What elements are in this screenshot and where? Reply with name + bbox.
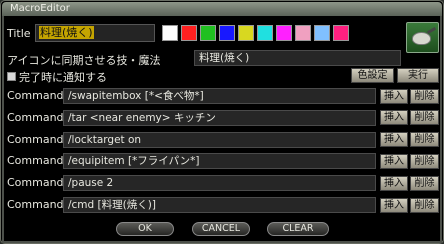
cancel-button[interactable]: CANCEL bbox=[192, 222, 250, 236]
command-input[interactable]: /cmd [料理(焼く)] bbox=[63, 197, 376, 213]
color-swatch[interactable] bbox=[219, 25, 235, 41]
color-swatch[interactable] bbox=[257, 25, 273, 41]
color-settings-button[interactable]: 色設定 bbox=[351, 68, 394, 83]
insert-button[interactable]: 挿入 bbox=[380, 175, 408, 191]
color-swatch[interactable] bbox=[333, 25, 349, 41]
delete-button[interactable]: 削除 bbox=[410, 197, 439, 213]
command-input[interactable]: /swapitembox [*<食べ物*] bbox=[63, 88, 376, 104]
delete-button[interactable]: 削除 bbox=[410, 132, 439, 148]
command-input[interactable]: /pause 2 bbox=[63, 175, 376, 192]
color-swatch[interactable] bbox=[181, 25, 197, 41]
notify-label: 完了時に通知する bbox=[19, 71, 107, 84]
command-input[interactable]: /tar <near enemy> キッチン bbox=[63, 109, 376, 126]
delete-button[interactable]: 削除 bbox=[410, 175, 439, 191]
color-swatch[interactable] bbox=[295, 25, 311, 41]
command-label: Command3 bbox=[7, 132, 71, 146]
title-value: 料理(焼く) bbox=[39, 26, 94, 39]
notify-checkbox[interactable] bbox=[7, 72, 16, 81]
sync-label: アイコンに同期させる技・魔法 bbox=[7, 54, 161, 67]
command-label: Command2 bbox=[7, 110, 71, 124]
command-label: Command4 bbox=[7, 154, 71, 168]
command-input[interactable]: /equipitem [*フライパン*] bbox=[63, 153, 376, 170]
command-input[interactable]: /locktarget on bbox=[63, 131, 376, 148]
color-swatch[interactable] bbox=[238, 25, 254, 41]
color-swatch[interactable] bbox=[162, 25, 178, 41]
command-label: Command5 bbox=[7, 176, 71, 190]
ok-button[interactable]: OK bbox=[116, 222, 174, 236]
color-swatch[interactable] bbox=[200, 25, 216, 41]
insert-button[interactable]: 挿入 bbox=[380, 153, 408, 169]
insert-button[interactable]: 挿入 bbox=[380, 197, 408, 213]
clear-button[interactable]: CLEAR bbox=[267, 222, 329, 236]
command-label: Command1 bbox=[7, 89, 71, 102]
insert-button[interactable]: 挿入 bbox=[380, 110, 408, 126]
window-title: MacroEditor bbox=[10, 3, 70, 14]
execute-button[interactable]: 実行 bbox=[397, 68, 439, 83]
insert-button[interactable]: 挿入 bbox=[380, 132, 408, 148]
macro-editor-window: MacroEditor Title 料理(焼く) アイコンに同期させる技・魔法 … bbox=[0, 0, 444, 244]
color-swatch[interactable] bbox=[276, 25, 292, 41]
sync-ability-field[interactable]: 料理(焼く) bbox=[194, 50, 401, 66]
title-bar[interactable]: MacroEditor bbox=[2, 2, 442, 16]
color-swatch[interactable] bbox=[314, 25, 330, 41]
title-label: Title bbox=[7, 27, 31, 40]
command-label: Command6 bbox=[7, 198, 71, 211]
title-input[interactable]: 料理(焼く) bbox=[35, 24, 155, 42]
delete-button[interactable]: 削除 bbox=[410, 110, 439, 126]
insert-button[interactable]: 挿入 bbox=[380, 88, 408, 104]
delete-button[interactable]: 削除 bbox=[410, 153, 439, 169]
macro-icon-button[interactable] bbox=[406, 22, 439, 53]
delete-button[interactable]: 削除 bbox=[410, 88, 439, 104]
